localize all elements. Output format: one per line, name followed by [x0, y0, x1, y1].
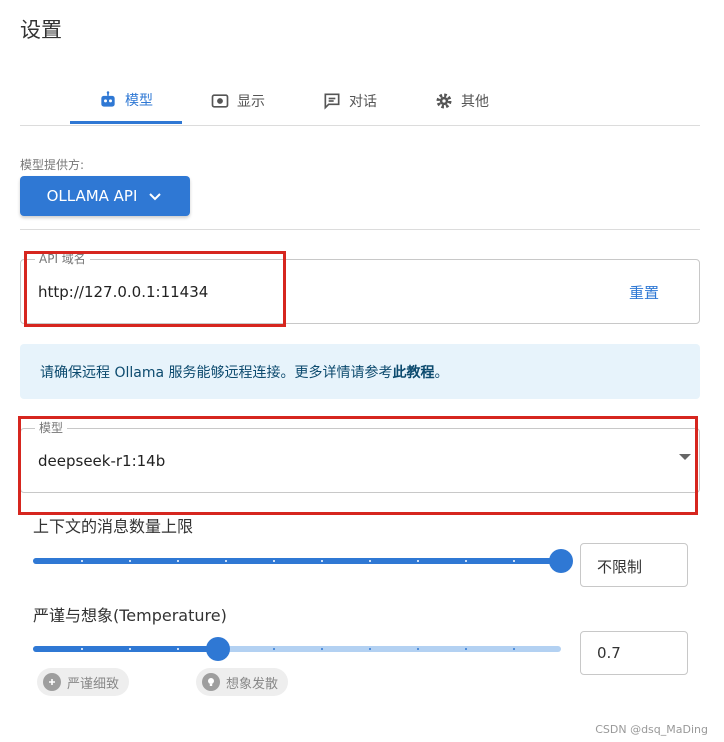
- robot-icon: [101, 90, 115, 107]
- model-label: 模型: [35, 421, 68, 435]
- api-host-input[interactable]: http://127.0.0.1:11434: [38, 283, 208, 301]
- slider-thumb[interactable]: [549, 549, 573, 573]
- provider-dropdown-button[interactable]: OLLAMA API: [20, 176, 190, 216]
- chat-icon: [324, 93, 340, 110]
- lightbulb-icon: [202, 673, 220, 691]
- slider-tick: [417, 560, 419, 562]
- context-limit-slider[interactable]: [33, 549, 573, 573]
- model-select[interactable]: 模型 deepseek-r1:14b: [20, 421, 700, 493]
- api-host-label: API 域名: [35, 252, 90, 266]
- rigorous-icon: [43, 673, 61, 691]
- chevron-down-icon: [149, 193, 162, 201]
- slider-tick: [417, 648, 419, 650]
- slider-tick: [129, 648, 131, 650]
- temperature-input[interactable]: 0.7: [580, 631, 688, 675]
- tab-model[interactable]: 模型: [70, 78, 182, 124]
- tab-other-label: 其他: [461, 94, 489, 110]
- slider-tick: [465, 560, 467, 562]
- tab-other[interactable]: 其他: [406, 78, 518, 124]
- chip-rigorous-label: 严谨细致: [67, 676, 120, 692]
- settings-tabs: 模型 显示 对话 其他: [70, 78, 518, 124]
- slider-tick: [81, 560, 83, 562]
- tutorial-link[interactable]: 此教程: [393, 365, 435, 381]
- display-icon: [211, 94, 229, 108]
- slider-tick: [321, 560, 323, 562]
- temperature-slider[interactable]: [33, 637, 561, 661]
- slider-tick: [273, 648, 275, 650]
- gear-icon: [436, 93, 452, 109]
- slider-tick: [81, 648, 83, 650]
- tab-display[interactable]: 显示: [182, 78, 294, 124]
- slider-tick: [369, 560, 371, 562]
- reset-button[interactable]: 重置: [629, 282, 659, 303]
- slider-tick: [465, 648, 467, 650]
- provider-label: 模型提供方:: [20, 158, 85, 172]
- context-limit-input[interactable]: 不限制: [580, 543, 688, 587]
- info-text: 请确保远程 Ollama 服务能够远程连接。更多详情请参考: [40, 365, 393, 381]
- slider-tick: [225, 560, 227, 562]
- context-limit-label: 上下文的消息数量上限: [33, 517, 194, 536]
- tab-model-label: 模型: [125, 92, 153, 109]
- slider-tick: [369, 648, 371, 650]
- page-title: 设置: [20, 18, 62, 42]
- slider-tick: [513, 648, 515, 650]
- info-alert: 请确保远程 Ollama 服务能够远程连接。更多详情请参考此教程。: [20, 344, 700, 399]
- tab-chat[interactable]: 对话: [294, 78, 406, 124]
- model-value: deepseek-r1:14b: [38, 452, 166, 470]
- tab-display-label: 显示: [237, 94, 265, 110]
- tab-chat-label: 对话: [349, 94, 377, 110]
- provider-divider: [20, 229, 700, 230]
- slider-tick: [177, 648, 179, 650]
- chip-imaginative[interactable]: 想象发散: [196, 668, 289, 696]
- api-host-field[interactable]: API 域名 http://127.0.0.1:11434 重置: [20, 252, 700, 324]
- slider-thumb[interactable]: [205, 637, 230, 661]
- watermark: CSDN @dsq_MaDing: [595, 723, 708, 736]
- tabs-divider: [20, 125, 700, 126]
- slider-tick: [177, 560, 179, 562]
- dropdown-arrow-icon: [679, 454, 691, 460]
- slider-tick: [129, 560, 131, 562]
- slider-tick: [273, 560, 275, 562]
- slider-fill: [33, 558, 561, 564]
- info-end: 。: [434, 365, 449, 381]
- chip-imaginative-label: 想象发散: [226, 676, 279, 692]
- slider-tick: [321, 648, 323, 650]
- chip-rigorous[interactable]: 严谨细致: [37, 668, 130, 696]
- slider-fill: [33, 646, 218, 652]
- slider-tick: [513, 560, 515, 562]
- provider-value: OLLAMA API: [46, 187, 138, 205]
- temperature-label: 严谨与想象(Temperature): [33, 606, 227, 625]
